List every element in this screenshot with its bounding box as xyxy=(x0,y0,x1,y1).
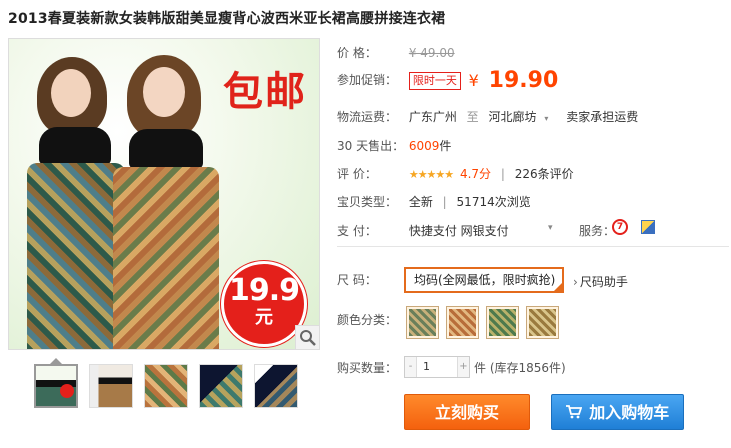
thumbnail-1[interactable] xyxy=(34,364,78,408)
promo-row: 参加促销： 限时一天 ¥ 19.90 xyxy=(337,68,558,93)
shipping-label: 物流运费： xyxy=(337,110,398,124)
main-product-image[interactable]: 包邮 19.9 元 xyxy=(8,38,320,350)
model-1-top xyxy=(39,127,111,165)
stock-text: 件 (库存1856件) xyxy=(474,361,566,375)
type-label: 宝贝类型： xyxy=(337,195,398,209)
quantity-minus-button[interactable]: - xyxy=(405,357,417,377)
color-swatch-2[interactable] xyxy=(446,306,479,339)
chevron-right-icon: › xyxy=(573,275,578,289)
add-to-cart-button[interactable]: 加入购物车 xyxy=(551,394,684,430)
service-label: 服务： xyxy=(579,224,616,238)
seven-day-return-icon[interactable]: 7 xyxy=(612,219,628,235)
price-badge-unit: 元 xyxy=(255,307,273,328)
payment-row: 支 付： 快捷支付 网银支付 xyxy=(337,222,509,239)
cart-icon xyxy=(565,403,590,422)
rating-stars-icon: ★★★★★ xyxy=(408,168,454,181)
color-row: 颜色分类： xyxy=(337,311,405,328)
quantity-input[interactable]: 1 xyxy=(419,357,455,377)
price-row: 价 格： ¥ 49.00 xyxy=(337,44,455,61)
chevron-down-icon: ▾ xyxy=(544,114,549,123)
add-to-cart-label: 加入购物车 xyxy=(589,403,670,422)
magnifier-icon xyxy=(300,330,316,346)
shipping-fee: 卖家承担运费 xyxy=(566,110,639,124)
ship-to-select[interactable]: 河北廊坊 xyxy=(489,110,537,124)
sold-label: 30 天售出： xyxy=(337,139,405,153)
promo-label: 参加促销： xyxy=(337,73,398,87)
thumbnail-price-badge xyxy=(60,384,74,398)
price-badge-number: 19.9 xyxy=(228,273,300,308)
size-label: 尺 码： xyxy=(337,273,377,287)
color-swatch-1[interactable] xyxy=(406,306,439,339)
type-value: 全新 xyxy=(408,195,433,209)
quantity-label: 购买数量： xyxy=(337,361,398,375)
view-count: 51714次浏览 xyxy=(456,195,531,209)
shipping-row: 物流运费： 广东广州 至 河北廊坊 ▾ 卖家承担运费 xyxy=(337,108,638,125)
guarantee-icon[interactable] xyxy=(641,220,655,234)
model-2-skirt xyxy=(113,167,219,349)
color-swatch-3[interactable] xyxy=(486,306,519,339)
free-shipping-badge: 包邮 xyxy=(223,69,307,115)
rating-row: 评 价： ★★★★★ 4.7分 | 226条评价 xyxy=(337,165,574,182)
rating-score: 4.7分 xyxy=(459,167,492,181)
selected-corner-icon xyxy=(554,283,562,291)
color-swatch-4[interactable] xyxy=(526,306,559,339)
payment-methods: 快捷支付 网银支付 xyxy=(408,224,509,238)
divider-bar: | xyxy=(442,195,447,209)
model-1-face xyxy=(51,69,91,117)
size-option-label: 均码(全网最低，限时疯抢) xyxy=(414,273,556,287)
thumbnail-2[interactable] xyxy=(89,364,133,408)
size-row: 尺 码： xyxy=(337,271,405,288)
promo-tag: 限时一天 xyxy=(408,71,461,90)
quantity-stepper[interactable]: - 1 + xyxy=(404,356,470,378)
payment-dropdown-icon[interactable]: ▾ xyxy=(548,223,553,233)
model-1-skirt xyxy=(27,163,125,349)
original-price: ¥ 49.00 xyxy=(408,46,455,60)
buy-now-label: 立刻购买 xyxy=(434,403,499,422)
ship-from: 广东广州 xyxy=(408,110,457,124)
quantity-row: 购买数量： xyxy=(337,359,405,376)
size-help-label: 尺码助手 xyxy=(579,275,628,289)
type-row: 宝贝类型： 全新 | 51714次浏览 xyxy=(337,193,531,210)
sold-unit: 件 xyxy=(439,139,452,153)
size-option-selected[interactable]: 均码(全网最低，限时疯抢) xyxy=(404,267,564,293)
quantity-plus-button[interactable]: + xyxy=(457,357,469,377)
rating-label: 评 价： xyxy=(337,167,377,181)
buy-now-button[interactable]: 立刻购买 xyxy=(404,394,530,430)
payment-label: 支 付： xyxy=(337,224,377,238)
thumbnail-5[interactable] xyxy=(254,364,298,408)
thumbnail-3[interactable] xyxy=(144,364,188,408)
sold-count: 6009 xyxy=(408,139,440,153)
sold-row: 30 天售出： 6009件 xyxy=(337,137,451,154)
price-label: 价 格： xyxy=(337,46,377,60)
model-2-top xyxy=(129,129,203,169)
model-2-face xyxy=(143,67,185,117)
rating-count-link[interactable]: 226条评价 xyxy=(515,167,574,181)
section-divider xyxy=(337,246,729,247)
promo-price: 19.90 xyxy=(488,68,559,93)
thumbnail-4[interactable] xyxy=(199,364,243,408)
ship-separator: 至 xyxy=(466,110,479,124)
color-label: 颜色分类： xyxy=(337,313,398,327)
zoom-icon[interactable] xyxy=(295,325,319,349)
size-help-link[interactable]: › 尺码助手 xyxy=(573,273,628,290)
divider-bar: | xyxy=(500,167,505,181)
promo-currency: ¥ xyxy=(468,71,479,90)
product-title: 2013春夏装新款女装韩版甜美显瘦背心波西米亚长裙高腰拼接连衣裙 xyxy=(8,11,446,27)
